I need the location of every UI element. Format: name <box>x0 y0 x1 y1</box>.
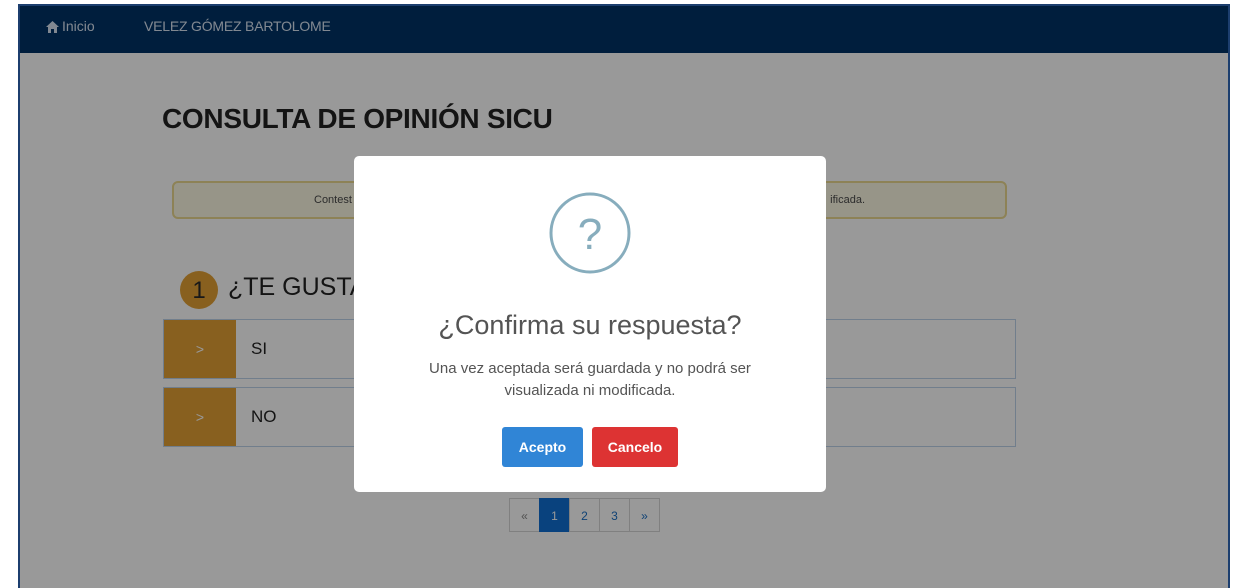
question-icon: ? <box>549 192 631 274</box>
dialog-title: ¿Confirma su respuesta? <box>438 310 742 340</box>
question-icon-glyph: ? <box>578 210 602 259</box>
browser-frame: Inicio VELEZ GÓMEZ BARTOLOME CONSULTA DE… <box>18 4 1230 588</box>
confirm-dialog: ? ¿Confirma su respuesta? Una vez acepta… <box>354 156 826 492</box>
cancel-button[interactable]: Cancelo <box>592 427 678 467</box>
dialog-message: Una vez aceptada será guardada y no podr… <box>429 360 751 399</box>
accept-button[interactable]: Acepto <box>502 427 583 467</box>
